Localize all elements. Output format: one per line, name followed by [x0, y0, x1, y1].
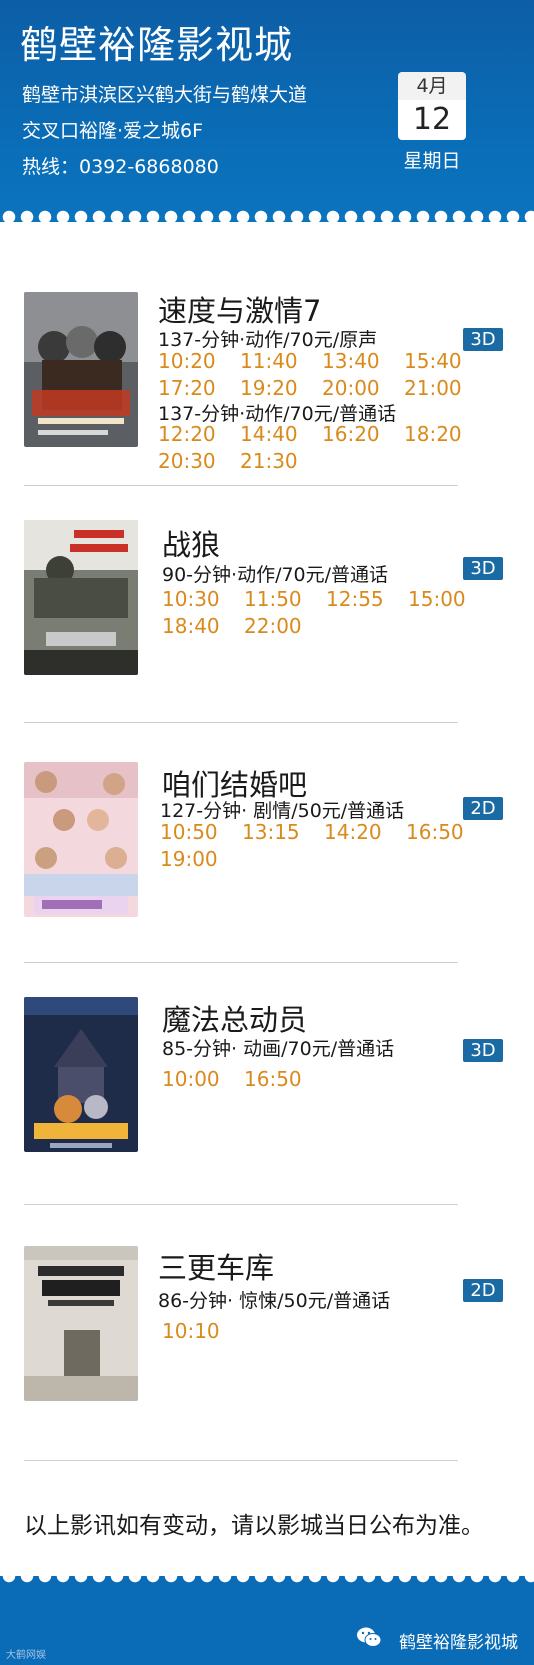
hotline-text: 热线：0392-6868080 [22, 156, 219, 178]
showtime[interactable]: 13:15 [242, 819, 324, 846]
showtime[interactable]: 10:10 [162, 1318, 244, 1345]
showtime[interactable]: 21:00 [404, 375, 486, 402]
movie-poster[interactable] [24, 997, 138, 1152]
calendar-day: 12 [398, 100, 466, 140]
footer-brand: 鹤壁裕隆影视城 [399, 1633, 518, 1653]
format-badge: 2D [463, 797, 503, 820]
divider [24, 485, 458, 486]
showtimes: 10:30 11:50 12:55 15:00 18:40 22:00 [162, 586, 492, 640]
session-info: 85-分钟· 动画/70元/普通话 [162, 1038, 395, 1060]
showtime[interactable]: 20:00 [322, 375, 404, 402]
format-badge: 3D [463, 557, 503, 580]
showtime[interactable]: 11:50 [244, 586, 326, 613]
wechat-icon [357, 1627, 382, 1647]
showtime[interactable]: 16:50 [406, 819, 488, 846]
movie-title: 战狼 [162, 528, 221, 562]
showtimes: 12:20 14:40 16:20 18:20 20:30 21:30 [158, 421, 488, 475]
scallop-edge-top [0, 210, 534, 224]
showtime[interactable]: 15:00 [408, 586, 490, 613]
movie-poster[interactable] [24, 520, 138, 675]
divider [24, 1460, 458, 1461]
page-footer: 鹤壁裕隆影视城 大鹤网娱 [0, 1576, 534, 1665]
showtime[interactable]: 14:40 [240, 421, 322, 448]
showtime[interactable]: 10:20 [158, 348, 240, 375]
scallop-edge-bottom [0, 1576, 534, 1590]
watermark-text: 大鹤网娱 [6, 1650, 46, 1661]
cinema-header: 鹤壁裕隆影视城 鹤壁市淇滨区兴鹤大街与鹤煤大道 交叉口裕隆·爱之城6F 热线：0… [0, 0, 534, 224]
movie-poster[interactable] [24, 292, 138, 447]
showtimes: 10:10 [162, 1318, 492, 1345]
cinema-title: 鹤壁裕隆影视城 [20, 23, 294, 67]
showtime[interactable]: 12:55 [326, 586, 408, 613]
showtime[interactable]: 21:30 [240, 448, 322, 475]
showtime[interactable]: 10:50 [160, 819, 242, 846]
movie-title: 三更车库 [158, 1251, 275, 1285]
showtime[interactable]: 13:40 [322, 348, 404, 375]
address-line-2: 交叉口裕隆·爱之城6F [22, 120, 204, 142]
showtime[interactable]: 16:50 [244, 1066, 326, 1093]
format-badge: 2D [463, 1279, 503, 1302]
movie-title: 魔法总动员 [162, 1003, 308, 1037]
showtime[interactable]: 14:20 [324, 819, 406, 846]
divider [24, 1204, 458, 1205]
address-line-1: 鹤壁市淇滨区兴鹤大街与鹤煤大道 [22, 84, 308, 106]
showtime[interactable]: 10:30 [162, 586, 244, 613]
showtime[interactable]: 17:20 [158, 375, 240, 402]
format-badge: 3D [463, 1039, 503, 1062]
divider [24, 722, 458, 723]
movie-poster[interactable] [24, 1246, 138, 1401]
showtime[interactable]: 11:40 [240, 348, 322, 375]
showtime[interactable]: 19:20 [240, 375, 322, 402]
showtime[interactable]: 19:00 [160, 846, 242, 873]
showtimes: 10:00 16:50 [162, 1066, 492, 1093]
showtime[interactable]: 10:00 [162, 1066, 244, 1093]
divider [24, 962, 458, 963]
session-info: 90-分钟·动作/70元/普通话 [162, 564, 389, 586]
showtimes: 10:20 11:40 13:40 15:40 17:20 19:20 20:00 21:0… [158, 348, 488, 402]
calendar-month: 4月 [398, 72, 466, 100]
showtime[interactable]: 18:40 [162, 613, 244, 640]
session-info: 86-分钟· 惊悚/50元/普通话 [158, 1290, 391, 1312]
showtime[interactable]: 12:20 [158, 421, 240, 448]
schedule-notice: 以上影讯如有变动，请以影城当日公布为准。 [24, 1513, 484, 1539]
date-calendar-badge: 4月 12 星期日 [398, 72, 466, 173]
movie-title: 速度与激情7 [158, 294, 322, 328]
showtime[interactable]: 15:40 [404, 348, 486, 375]
calendar-weekday: 星期日 [403, 150, 461, 172]
showtime[interactable]: 18:20 [404, 421, 486, 448]
movie-poster[interactable] [24, 762, 138, 917]
showtime[interactable]: 22:00 [244, 613, 326, 640]
showtime[interactable]: 20:30 [158, 448, 240, 475]
showtimes: 10:50 13:15 14:20 16:50 19:00 [160, 819, 490, 873]
showtime[interactable]: 16:20 [322, 421, 404, 448]
